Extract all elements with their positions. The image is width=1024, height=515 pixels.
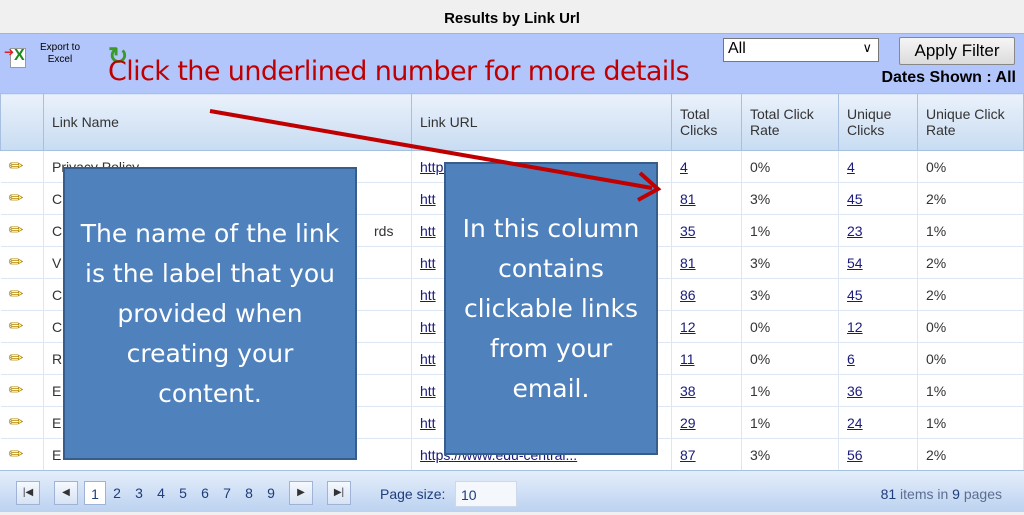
annotation-arrow xyxy=(209,109,662,202)
